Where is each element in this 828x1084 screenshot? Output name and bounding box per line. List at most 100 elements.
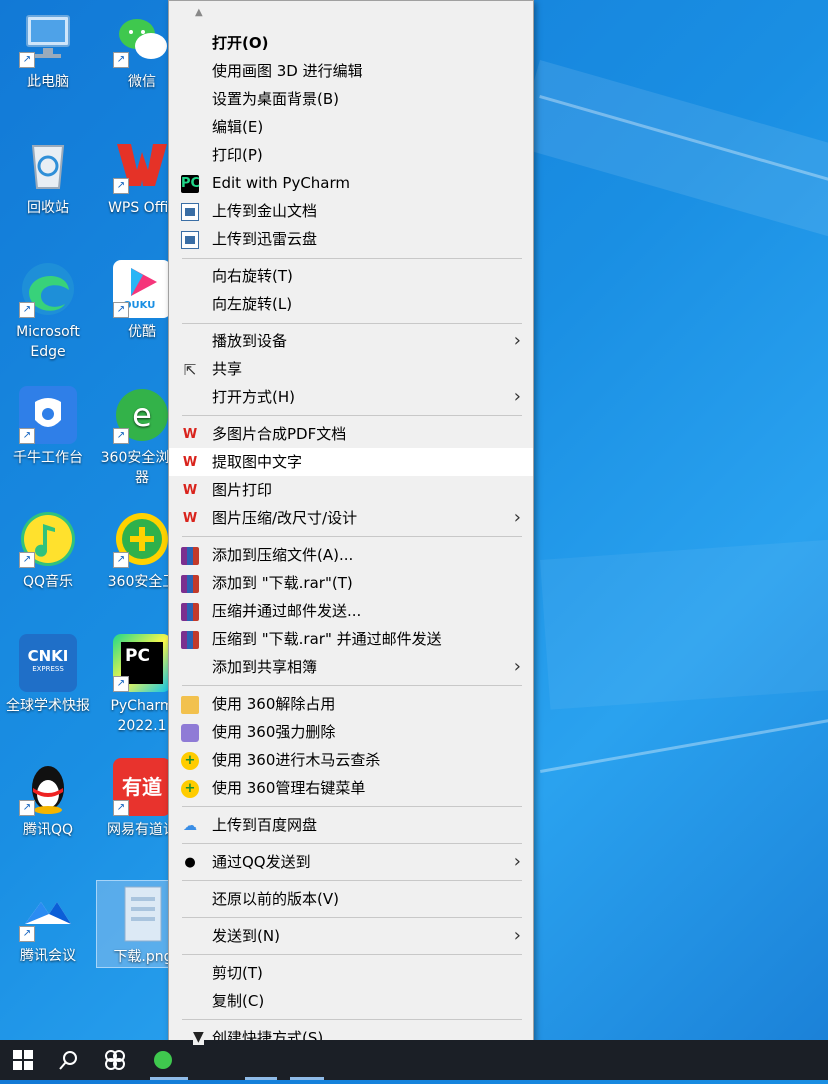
menu-item-360-trojan-scan[interactable]: + 使用 360进行木马云查杀 (169, 746, 533, 774)
chevron-right-icon: › (513, 656, 521, 677)
windows-start-icon[interactable] (0, 1040, 46, 1080)
recycle-bin-icon (19, 136, 77, 194)
desktop-icon-qq-music[interactable]: ↗ QQ音乐 (2, 510, 94, 592)
qq-icon: ● (184, 855, 196, 870)
shortcut-arrow-icon: ↗ (113, 552, 129, 568)
winrar-icon (181, 603, 199, 621)
menu-item-360-force-delete[interactable]: 使用 360强力删除 (169, 718, 533, 746)
menu-item-restore-versions[interactable]: 还原以前的版本(V) (169, 885, 533, 913)
desktop-icon-qianniu[interactable]: ↗ 千牛工作台 (2, 386, 94, 468)
menu-separator (182, 258, 522, 259)
desktop-icon-label: 腾讯QQ (22, 822, 74, 838)
upload-icon (181, 203, 199, 221)
wallpaper-beam (515, 60, 828, 263)
360-browser-icon: e ↗ (113, 386, 171, 444)
shortcut-arrow-icon: ↗ (19, 52, 35, 68)
menu-item-baidu-upload[interactable]: ☁ 上传到百度网盘 (169, 811, 533, 839)
menu-item-compress-rar-email[interactable]: 压缩到 "下载.rar" 并通过邮件发送 (169, 625, 533, 653)
shortcut-arrow-icon: ↗ (19, 302, 35, 318)
svg-text:e: e (132, 396, 152, 434)
wallpaper-beam (540, 697, 828, 773)
shortcut-arrow-icon: ↗ (113, 178, 129, 194)
menu-item-add-to-archive[interactable]: 添加到压缩文件(A)... (169, 541, 533, 569)
cnki-subtext: EXPRESS (32, 665, 64, 673)
menu-item-upload-kdocs[interactable]: 上传到金山文档 (169, 197, 533, 225)
menu-separator (182, 806, 522, 807)
menu-item-edit[interactable]: 编辑(E) (169, 113, 533, 141)
wps-icon: W (182, 455, 198, 470)
menu-separator (182, 954, 522, 955)
shortcut-arrow-icon: ↗ (19, 800, 35, 816)
menu-item-copy[interactable]: 复制(C) (169, 987, 533, 1015)
wps-icon: W (182, 511, 198, 526)
desktop-icon-label: Microsoft Edge (16, 324, 80, 360)
menu-item-edit-paint3d[interactable]: 使用画图 3D 进行编辑 (169, 57, 533, 85)
menu-item-open-with[interactable]: 打开方式(H) › (169, 383, 533, 411)
desktop-icon-label: 回收站 (27, 200, 69, 216)
shortcut-arrow-icon: ↗ (19, 428, 35, 444)
menu-item-cut[interactable]: 剪切(T) (169, 959, 533, 987)
winrar-icon (181, 575, 199, 593)
wechat-icon: ↗ (113, 10, 171, 68)
computer-icon: ↗ (19, 10, 77, 68)
winrar-icon (181, 547, 199, 565)
baidu-netdisk-icon: ☁ (183, 818, 197, 834)
menu-item-send-qq[interactable]: ● 通过QQ发送到 › (169, 848, 533, 876)
menu-item-rotate-right[interactable]: 向右旋转(T) (169, 262, 533, 290)
desktop-icon-label: 全球学术快报 (6, 698, 90, 714)
desktop-icon-recycle-bin[interactable]: 回收站 (2, 136, 94, 218)
pycharm-icon: PC (181, 175, 201, 193)
menu-item-open[interactable]: 打开(O) (169, 29, 533, 57)
chevron-right-icon: › (513, 507, 521, 528)
scroll-down-icon[interactable]: ▼ (193, 1029, 204, 1045)
menu-separator (182, 880, 522, 881)
menu-item-360-unlock[interactable]: 使用 360解除占用 (169, 690, 533, 718)
wps-icon: W (182, 427, 198, 442)
menu-separator (182, 323, 522, 324)
menu-item-upload-xunlei[interactable]: 上传到迅雷云盘 (169, 225, 533, 253)
menu-item-edit-pycharm[interactable]: PC Edit with PyCharm (169, 169, 533, 197)
share-icon: ⇱ (183, 361, 197, 379)
tencent-meeting-icon: ↗ (19, 884, 77, 942)
menu-item-compress-email[interactable]: 压缩并通过邮件发送... (169, 597, 533, 625)
scroll-up-icon[interactable]: ▲ (195, 7, 203, 18)
menu-item-set-wallpaper[interactable]: 设置为桌面背景(B) (169, 85, 533, 113)
task-view-icon[interactable] (92, 1040, 138, 1080)
chevron-right-icon: › (513, 851, 521, 872)
menu-item-image-print[interactable]: W 图片打印 (169, 476, 533, 504)
wps-icon: W (182, 483, 198, 498)
menu-item-share[interactable]: ⇱ 共享 (169, 355, 533, 383)
desktop-icon-tencent-meeting[interactable]: ↗ 腾讯会议 (2, 884, 94, 966)
desktop-icon-cnki[interactable]: CNKI EXPRESS 全球学术快报 (2, 634, 94, 716)
chevron-right-icon: › (513, 925, 521, 946)
search-icon[interactable] (46, 1040, 92, 1080)
menu-item-360-manage-menu[interactable]: + 使用 360管理右键菜单 (169, 774, 533, 802)
chevron-right-icon: › (513, 330, 521, 351)
menu-item-image-compress[interactable]: W 图片压缩/改尺寸/设计 › (169, 504, 533, 532)
menu-item-extract-text[interactable]: W 提取图中文字 (169, 448, 533, 476)
desktop-icon-label: 此电脑 (27, 74, 69, 90)
edge-icon: ↗ (19, 260, 77, 318)
wechat-taskbar-icon[interactable] (140, 1040, 186, 1080)
shortcut-arrow-icon: ↗ (113, 676, 129, 692)
desktop-icon-label: 腾讯会议 (20, 948, 76, 964)
shortcut-arrow-icon: ↗ (19, 552, 35, 568)
menu-item-merge-pdf[interactable]: W 多图片合成PDF文档 (169, 420, 533, 448)
menu-item-cast-to-device[interactable]: 播放到设备 › (169, 327, 533, 355)
qq-music-icon: ↗ (19, 510, 77, 568)
taskbar (0, 1040, 828, 1080)
desktop-icon-label: 千牛工作台 (13, 450, 83, 466)
wallpaper-beam (540, 530, 828, 710)
chevron-right-icon: › (513, 386, 521, 407)
desktop-icon-qq[interactable]: ↗ 腾讯QQ (2, 758, 94, 840)
shortcut-arrow-icon: ↗ (113, 800, 129, 816)
menu-item-add-shared-album[interactable]: 添加到共享相簿 › (169, 653, 533, 681)
menu-item-add-to-rar[interactable]: 添加到 "下载.rar"(T) (169, 569, 533, 597)
menu-item-print[interactable]: 打印(P) (169, 141, 533, 169)
desktop-icon-this-pc[interactable]: ↗ 此电脑 (2, 10, 94, 92)
menu-item-rotate-left[interactable]: 向左旋转(L) (169, 290, 533, 318)
menu-item-send-to[interactable]: 发送到(N) › (169, 922, 533, 950)
cnki-icon: CNKI EXPRESS (19, 634, 77, 692)
desktop-icon-edge[interactable]: ↗ Microsoft Edge (2, 260, 94, 362)
shortcut-arrow-icon: ↗ (113, 302, 129, 318)
